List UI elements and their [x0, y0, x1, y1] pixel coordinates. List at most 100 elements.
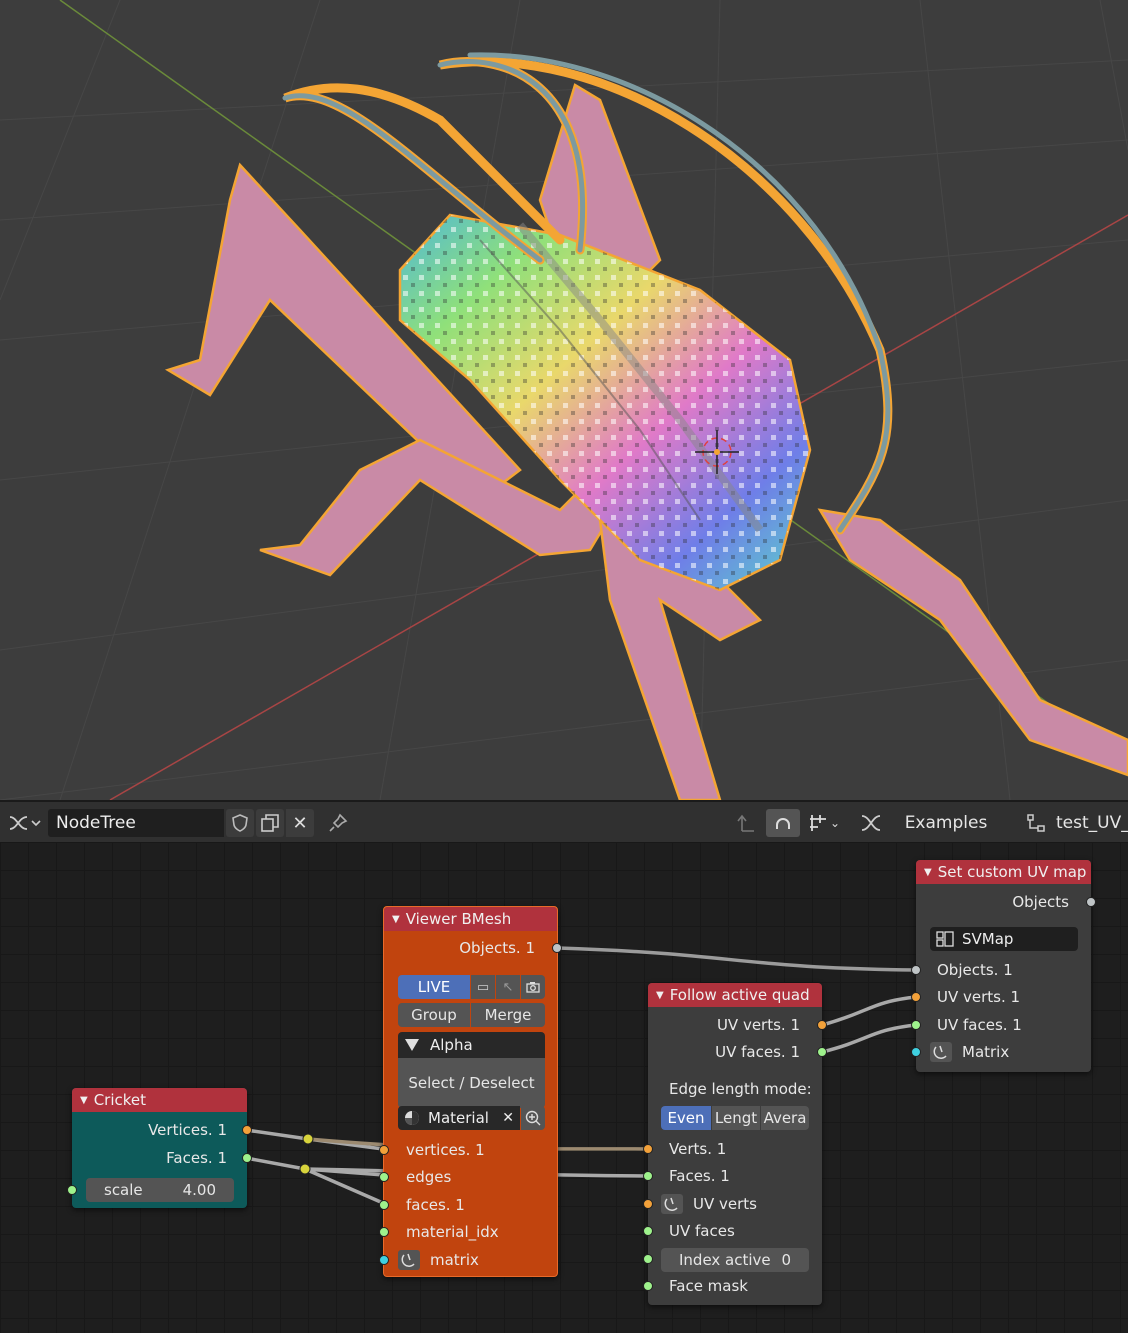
duplicate-tree-button[interactable] [256, 809, 284, 837]
faces-output-socket[interactable] [242, 1153, 252, 1163]
uv-verts-output-socket[interactable] [817, 1020, 827, 1030]
input-socket-label: vertices. 1 [406, 1141, 485, 1159]
vectorize-icon [661, 1194, 683, 1214]
node-title: Viewer BMesh [405, 910, 512, 928]
faces-input-socket[interactable] [379, 1200, 389, 1210]
live-toggle[interactable]: LIVE [398, 975, 470, 999]
faces-input-socket[interactable] [643, 1171, 653, 1181]
collapse-triangle-icon[interactable]: ▼ [656, 990, 664, 1001]
index-active-label: Index active [679, 1251, 771, 1269]
scale-field[interactable]: scale 4.00 [86, 1178, 234, 1202]
close-icon: ✕ [292, 812, 308, 834]
unlink-tree-button[interactable]: ✕ [286, 809, 314, 837]
scale-label: scale [104, 1181, 143, 1199]
show-viewport-toggle[interactable]: ▭ [471, 975, 495, 999]
snap-element-dropdown[interactable]: ⌄ [802, 809, 846, 837]
output-socket-label: Faces. 1 [166, 1149, 227, 1167]
matrix-icon [398, 1250, 420, 1270]
collapse-triangle-icon[interactable]: ▼ [924, 867, 932, 878]
output-socket-label: UV verts. 1 [716, 1016, 800, 1034]
follow-active-quad-node[interactable]: ▼ Follow active quad UV verts. 1 UV face… [643, 983, 827, 1305]
sverchok-icon [861, 815, 881, 831]
objects-output-socket[interactable] [552, 943, 562, 953]
collapse-triangle-icon[interactable]: ▼ [392, 914, 400, 925]
pin-icon [329, 813, 348, 832]
matrix-input-socket[interactable] [911, 1047, 921, 1057]
vertex-alpha-icon [405, 1039, 419, 1051]
matrix-input-socket[interactable] [379, 1255, 389, 1265]
input-socket-label: UV verts [693, 1195, 757, 1213]
uv-map-icon [936, 931, 954, 947]
material-idx-input-socket[interactable] [379, 1227, 389, 1237]
tree-selector-label[interactable]: test_UV_ [1056, 809, 1128, 837]
duplicate-icon [261, 814, 279, 832]
node-header[interactable]: ▼ Viewer BMesh [384, 907, 557, 931]
tree-icon-button [1022, 809, 1050, 837]
examples-menu[interactable]: Examples [898, 809, 994, 837]
uv-verts-input-socket[interactable] [643, 1199, 653, 1209]
3d-viewport[interactable] [0, 0, 1128, 800]
node-header[interactable]: ▼ Set custom UV map [916, 860, 1091, 884]
snap-magnet-icon [776, 818, 790, 829]
render-toggle[interactable] [521, 975, 545, 999]
verts-input-socket[interactable] [643, 1144, 653, 1154]
uv-map-name-field[interactable]: SVMap [930, 927, 1078, 951]
collapse-triangle-icon[interactable]: ▼ [80, 1095, 88, 1106]
matrix-input-row: matrix [398, 1249, 479, 1271]
cricket-node[interactable]: ▼ Cricket Vertices. 1 Faces. 1 scale 4.0… [67, 1088, 252, 1208]
input-socket-label: Verts. 1 [669, 1140, 727, 1158]
index-active-input-socket[interactable] [643, 1254, 653, 1264]
node-title: Follow active quad [669, 986, 810, 1004]
input-socket-label: UV faces [669, 1222, 735, 1240]
node-editor-canvas[interactable]: ▼ Cricket Vertices. 1 Faces. 1 scale 4.0… [0, 842, 1128, 1333]
chevron-down-icon: ⌄ [829, 816, 841, 830]
pin-button[interactable] [324, 809, 352, 837]
viewer-bmesh-node[interactable]: ▼ Viewer BMesh Objects. 1 LIVE ▭ ↖ Group… [379, 906, 562, 1277]
new-material-button[interactable] [521, 1106, 545, 1130]
objects-output-socket[interactable] [1086, 897, 1096, 907]
output-socket-label: UV faces. 1 [715, 1043, 800, 1061]
material-label: Material [428, 1109, 489, 1127]
node-header[interactable]: ▼ Follow active quad [648, 983, 822, 1007]
uv-faces-output-socket[interactable] [817, 1047, 827, 1057]
link-uv-verts [820, 995, 918, 1027]
scale-input-socket[interactable] [67, 1185, 77, 1195]
edges-input-socket[interactable] [379, 1172, 389, 1182]
uv-verts-input-socket[interactable] [911, 992, 921, 1002]
mode-average-button[interactable]: Avera [761, 1106, 809, 1130]
node-tree-hierarchy-icon [1027, 814, 1045, 832]
objects-input-socket[interactable] [911, 965, 921, 975]
reroute-dot [299, 1163, 311, 1175]
set-custom-uv-map-node[interactable]: ▼ Set custom UV map Objects SVMap Object… [911, 860, 1096, 1072]
uv-faces-input-socket[interactable] [643, 1226, 653, 1236]
mode-even-button[interactable]: Even [661, 1106, 711, 1130]
camera-icon [526, 982, 540, 993]
node-header[interactable]: ▼ Cricket [72, 1088, 247, 1112]
group-button[interactable]: Group [398, 1003, 470, 1027]
node-editor-header: NodeTree ✕ ⌄ Examples test_UV_ [0, 800, 1128, 842]
select-deselect-button[interactable]: Select / Deselect [398, 1058, 545, 1108]
index-active-field[interactable]: Index active 0 [661, 1248, 809, 1272]
viewport-scene [0, 0, 1128, 800]
clear-material-icon[interactable]: ✕ [502, 1110, 514, 1126]
reroute-dot [302, 1133, 314, 1145]
editor-type-button[interactable] [4, 809, 44, 837]
material-sphere-icon [405, 1111, 419, 1125]
fake-user-button[interactable] [226, 809, 254, 837]
vertices-input-socket[interactable] [379, 1145, 389, 1155]
face-mask-input-socket[interactable] [643, 1281, 653, 1291]
mode-length-button[interactable]: Lengt [712, 1106, 760, 1130]
vertices-output-socket[interactable] [242, 1125, 252, 1135]
material-field[interactable]: Material ✕ [398, 1106, 520, 1130]
merge-button[interactable]: Merge [471, 1003, 545, 1027]
input-socket-label: faces. 1 [406, 1196, 465, 1214]
selectable-toggle[interactable]: ↖ [496, 975, 520, 999]
snap-toggle[interactable] [766, 809, 800, 837]
alpha-label: Alpha [430, 1036, 473, 1054]
parent-tree-button[interactable] [732, 809, 760, 837]
node-tree-name-field[interactable]: NodeTree [48, 809, 224, 837]
sverchok-menu-button[interactable] [856, 809, 886, 837]
alpha-field[interactable]: Alpha [398, 1032, 545, 1058]
uv-faces-input-socket[interactable] [911, 1020, 921, 1030]
node-title: Cricket [93, 1091, 147, 1109]
